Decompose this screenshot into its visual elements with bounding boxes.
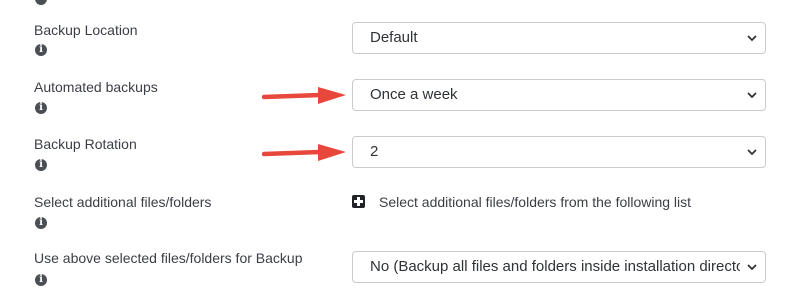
arrow-right-icon	[262, 87, 346, 104]
info-icon[interactable]: i	[35, 102, 47, 114]
select-value: Default	[370, 29, 418, 46]
info-icon[interactable]: i	[35, 44, 47, 56]
backup-rotation-select[interactable]: 2	[352, 136, 766, 168]
chevron-down-icon	[747, 149, 757, 156]
field-label: Automated backups	[34, 79, 158, 95]
info-icon[interactable]: i	[35, 217, 47, 229]
info-icon[interactable]: i	[35, 274, 47, 286]
chevron-down-icon	[747, 264, 757, 271]
backup-location-select[interactable]: Default	[352, 22, 766, 54]
select-value: 2	[370, 143, 379, 160]
arrow-right-icon	[262, 144, 346, 161]
field-label: Use above selected files/folders for Bac…	[34, 250, 303, 266]
select-additional-files-link[interactable]: Select additional files/folders from the…	[352, 194, 712, 212]
info-icon[interactable]: i	[35, 159, 47, 171]
field-label: Select additional files/folders	[34, 194, 212, 210]
info-icon-partial	[35, 0, 47, 5]
automated-backups-select[interactable]: Once a week	[352, 79, 766, 111]
chevron-down-icon	[747, 35, 757, 42]
field-label: Backup Rotation	[34, 136, 137, 152]
select-value: Once a week	[370, 86, 458, 103]
chevron-down-icon	[747, 92, 757, 99]
use-selected-files-select[interactable]: No (Backup all files and folders inside …	[352, 251, 766, 283]
field-label: Backup Location	[34, 22, 138, 38]
plus-square-icon	[352, 195, 365, 208]
add-files-text: Select additional files/folders from the…	[379, 194, 692, 210]
select-value: No (Backup all files and folders inside …	[370, 258, 740, 275]
